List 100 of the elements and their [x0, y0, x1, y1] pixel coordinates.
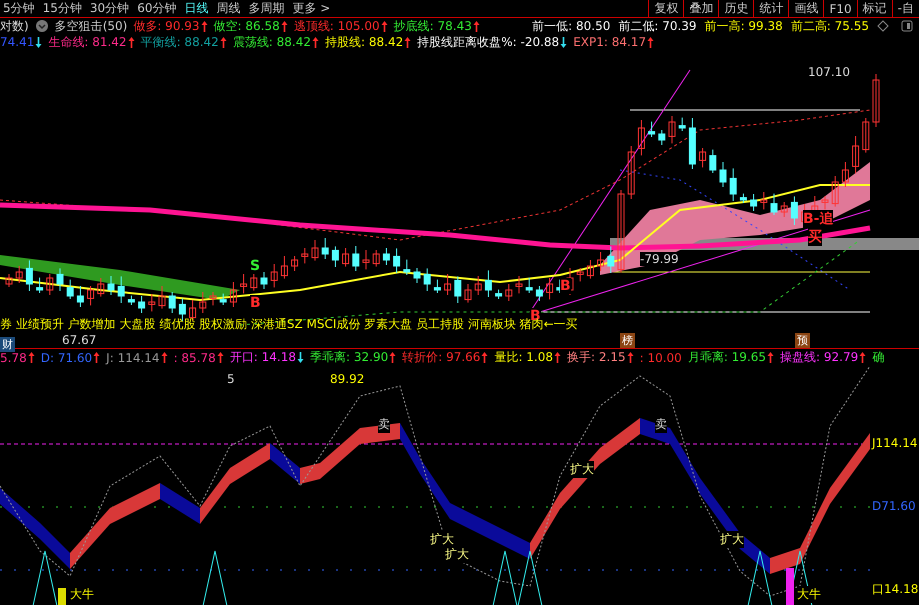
diamond-icon[interactable] — [877, 20, 889, 32]
indicator-value: 转折价: 97.66 — [402, 349, 480, 366]
period-tab[interactable]: 多周期 — [248, 0, 284, 17]
candlestick — [872, 74, 880, 128]
signal-mark: B-追 — [803, 210, 834, 228]
candlestick — [678, 117, 686, 132]
period-tab[interactable]: 日线 — [184, 0, 208, 17]
indicator-value: 换手: 2.15 — [567, 349, 626, 366]
candlestick — [770, 193, 778, 216]
candlestick — [128, 295, 135, 306]
candlestick — [362, 250, 370, 270]
candlestick — [118, 276, 125, 304]
period-tab[interactable]: 30分钟 — [90, 0, 130, 17]
indicator-value: 持股线距离收盘%: -20.88 — [417, 34, 560, 50]
expand-signal: 扩大 — [720, 531, 744, 548]
candlestick — [740, 193, 747, 204]
candlestick — [66, 279, 74, 300]
info-badge[interactable]: 预 — [795, 333, 810, 348]
bull-signal: 大牛 — [797, 586, 821, 603]
indicator-value: 确 — [872, 349, 884, 366]
candlestick — [668, 116, 676, 144]
candlestick — [332, 246, 339, 268]
candlestick — [270, 264, 278, 288]
candlestick — [46, 274, 54, 296]
candlestick — [260, 272, 268, 290]
candlestick — [444, 274, 452, 296]
candlestick — [688, 118, 696, 170]
candlestick — [108, 276, 114, 296]
candlestick — [352, 246, 360, 272]
panel-toggle-icon[interactable] — [901, 20, 913, 32]
indicator-value: 月乖离: 19.65 — [688, 349, 766, 366]
price-label: 67.67 — [62, 333, 96, 347]
candlestick — [372, 250, 380, 268]
candlestick — [87, 286, 94, 306]
candlestick — [750, 194, 758, 212]
spike-line — [32, 550, 58, 605]
indicator-value: 逃顶线: 105.00 — [294, 18, 380, 34]
candlestick — [546, 278, 554, 300]
axis-value-label: J114.14 — [872, 436, 918, 450]
signal-mark: B — [560, 278, 571, 294]
candlestick — [842, 162, 849, 188]
candlestick — [240, 274, 248, 294]
candlestick — [76, 286, 84, 308]
period-tab[interactable]: 5分钟 — [3, 0, 35, 17]
candlestick — [97, 278, 104, 298]
candlestick — [393, 248, 400, 274]
candlestick — [210, 292, 216, 306]
candlestick — [148, 294, 156, 312]
indicator-value: 抄底线: 78.43 — [394, 18, 472, 34]
indicator-value: : 10.00 — [640, 350, 682, 364]
expand-signal: 扩大 — [430, 531, 454, 548]
indicator-value: 生命线: 81.42 — [48, 34, 127, 50]
candlestick — [454, 276, 462, 304]
period-tab[interactable]: 更多 > — [292, 0, 330, 17]
candlestick — [424, 268, 431, 292]
candlestick — [322, 238, 329, 260]
candlestick — [790, 196, 798, 226]
candlestick — [56, 268, 64, 292]
spike-line — [748, 550, 772, 605]
candlestick — [342, 248, 350, 268]
candlestick — [230, 282, 237, 308]
dropdown-icon[interactable] — [34, 19, 49, 33]
candlestick — [382, 248, 390, 266]
candlestick — [576, 268, 584, 282]
period-tab[interactable]: 60分钟 — [137, 0, 176, 17]
volume-bar — [786, 568, 794, 605]
indicator-value: 5.78 — [0, 350, 27, 364]
indicator-value: J: 114.14 — [106, 350, 160, 364]
info-badge[interactable]: 财 — [0, 337, 15, 352]
candlestick — [280, 256, 288, 280]
candlestick — [832, 176, 839, 208]
candlestick — [484, 270, 492, 298]
spike-line — [492, 550, 518, 605]
candlestick — [730, 168, 737, 202]
spike-line — [202, 550, 228, 605]
prev-level-value: 前二高: 75.55 — [790, 18, 869, 34]
candlestick — [474, 276, 482, 296]
candlestick — [628, 146, 635, 200]
candlestick — [26, 260, 33, 292]
period-tab[interactable]: 周线 — [216, 0, 240, 17]
candlestick — [199, 292, 206, 314]
info-badge[interactable]: 榜 — [620, 333, 635, 348]
candlestick — [434, 279, 441, 294]
candlestick — [852, 136, 860, 174]
indicator-value: D: 71.60 — [40, 350, 92, 364]
candlestick — [36, 277, 44, 294]
candlestick — [138, 296, 146, 314]
indicator-value: 74.41 — [0, 35, 34, 49]
period-tab[interactable]: 15分钟 — [42, 0, 82, 17]
indicator-value: 做多: 90.93 — [133, 18, 200, 34]
candlestick — [597, 252, 604, 272]
expand-signal: 扩大 — [570, 461, 594, 478]
indicator-title: 多空狙击(50) — [54, 18, 128, 34]
expand-signal: 扩大 — [445, 546, 469, 563]
candlestick — [526, 277, 533, 294]
candlestick — [638, 120, 645, 156]
candlestick — [291, 256, 298, 272]
candlestick — [168, 292, 176, 314]
price-label: -79.99 — [640, 252, 679, 266]
indicator-value: 开口: 14.18 — [230, 349, 296, 366]
